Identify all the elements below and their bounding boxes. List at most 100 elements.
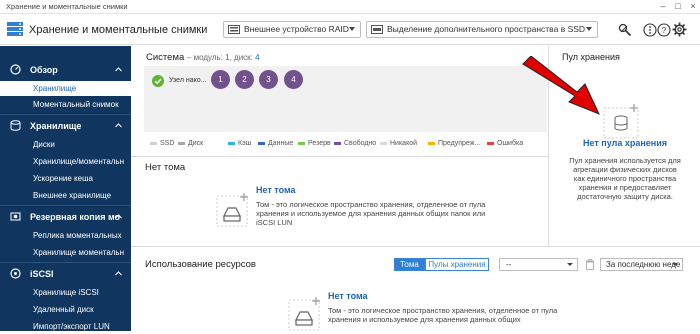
sidebar: Обзор Хранилище Моментальный снимок Хран… (0, 46, 131, 331)
system-meta: – модуль: 1, диск: 4 (187, 53, 260, 62)
sidebar-item-snapshot-replica[interactable]: Реплика моментальных (0, 228, 131, 243)
sidebar-section-overview[interactable]: Обзор (0, 60, 131, 80)
storage-pool-description: Пул хранения используется для агрегации … (569, 156, 681, 201)
legend-swatch (428, 141, 435, 145)
sidebar-section-label: iSCSI (30, 269, 54, 279)
period-value: За последнюю неде (606, 260, 681, 269)
usage-filter-select[interactable]: -- (499, 258, 578, 271)
app-header: Хранение и моментальные снимки Внешнее у… (0, 14, 700, 45)
sidebar-item-lun-import-export[interactable]: Импорт/экспорт LUN (0, 319, 131, 334)
chevron-down-icon (349, 27, 355, 31)
ssd-icon (371, 25, 383, 34)
device-select[interactable]: Внешнее устройство RAID (223, 21, 361, 38)
resource-usage-title: Использование ресурсов (145, 259, 256, 270)
usage-filter-value: -- (506, 260, 512, 269)
diagnostics-icon[interactable] (618, 23, 632, 37)
legend-label: Диск (188, 140, 204, 147)
sidebar-item-external-storage[interactable]: Внешнее хранилище (0, 188, 131, 203)
section-divider (131, 246, 700, 247)
sidebar-section-storage[interactable]: Хранилище (0, 116, 131, 136)
tab-volumes[interactable]: Тома (394, 258, 425, 271)
sidebar-section-label: Хранилище (30, 121, 82, 131)
sidebar-item-storage-snapshots[interactable]: Хранилище/моментальн (0, 154, 131, 169)
backup-icon (10, 212, 21, 221)
system-meta-middle: , диск: (229, 53, 256, 62)
node-label[interactable]: Узел нако... (169, 77, 207, 84)
no-storage-pool-title[interactable]: Нет пула хранения (549, 138, 700, 148)
trash-icon[interactable] (585, 259, 595, 270)
legend-item: Данные (258, 140, 293, 147)
device-select-value: Внешнее устройство RAID (244, 24, 349, 34)
add-volume-icon[interactable] (288, 296, 326, 332)
legend-label: Свободно (344, 140, 377, 147)
legend-swatch (380, 141, 387, 145)
disk-slot[interactable]: 1 (211, 70, 230, 89)
window-titlebar: Хранение и моментальные снимки – □ × (0, 0, 700, 14)
period-select[interactable]: За последнюю неде (600, 258, 683, 271)
legend-label: Никакой (390, 140, 418, 147)
disk-count[interactable]: 4 (255, 53, 259, 62)
settings-gear-icon[interactable] (672, 22, 687, 37)
legend-item: Кэш (228, 140, 251, 147)
disk-slot[interactable]: 2 (235, 70, 254, 89)
legend-item: Резерв (298, 140, 331, 147)
sidebar-item-iscsi-storage[interactable]: Хранилище iSCSI (0, 285, 131, 300)
sidebar-item-snapshot-overview[interactable]: Моментальный снимок (0, 97, 131, 112)
minimize-button[interactable]: – (657, 1, 669, 12)
usage-no-volume-description: Том - это логическое пространство хранен… (328, 306, 558, 324)
legend-swatch (298, 141, 305, 145)
legend-label: SSD (160, 140, 175, 147)
add-storage-pool-icon[interactable] (598, 102, 648, 142)
storage-icon (10, 120, 21, 131)
chevron-down-icon (586, 27, 592, 31)
tab-storage-pools[interactable]: Пулы хранения (425, 258, 489, 271)
sidebar-section-label: Обзор (30, 65, 58, 75)
sidebar-item-cache-acceleration[interactable]: Ускорение кеша (0, 171, 131, 186)
close-button[interactable]: × (687, 1, 699, 12)
app-logo-icon (7, 22, 23, 36)
legend-label: Предупреж... (438, 140, 481, 147)
overview-icon (10, 64, 21, 75)
disk-slot[interactable]: 3 (259, 70, 278, 89)
chevron-up-icon (115, 123, 122, 128)
iscsi-icon (10, 268, 21, 279)
volume-section-title: Нет тома (145, 162, 186, 173)
legend-item: Ошибка (487, 140, 523, 147)
sidebar-section-label: Резервная копия мо (30, 212, 121, 222)
legend-label: Данные (268, 140, 294, 147)
sidebar-section-iscsi[interactable]: iSCSI (0, 264, 131, 284)
legend-swatch (487, 141, 494, 145)
main-content: Система – модуль: 1, диск: 4 Узел нако..… (131, 46, 700, 331)
raid-device-icon (228, 25, 240, 34)
add-volume-icon[interactable] (216, 192, 254, 228)
system-header: Система – модуль: 1, диск: 4 (146, 52, 260, 63)
sidebar-item-remote-disk[interactable]: Удаленный диск (0, 302, 131, 317)
ssd-select[interactable]: Выделение дополнительного пространства в… (366, 21, 598, 38)
sidebar-item-storage-overview[interactable]: Хранилище (0, 81, 131, 96)
sidebar-section-snapshot-backup[interactable]: Резервная копия мо (0, 207, 131, 227)
sidebar-item-snapshot-vault[interactable]: Хранилище моментальн (0, 245, 131, 260)
no-volume-title: Нет тома (256, 185, 296, 195)
more-options-icon[interactable] (643, 23, 657, 37)
disk-map: Узел нако... 1 2 3 4 (144, 66, 547, 132)
legend-swatch (334, 141, 341, 145)
window-title: Хранение и моментальные снимки (6, 2, 128, 11)
legend-item: Свободно (334, 140, 376, 147)
help-icon[interactable]: ? (657, 23, 671, 37)
red-arrow-annotation (522, 56, 600, 115)
legend-item: Диск (178, 140, 203, 147)
system-title: Система (146, 52, 185, 63)
legend-swatch (258, 141, 265, 145)
ssd-select-value: Выделение дополнительного пространства в… (387, 24, 586, 34)
app-title: Хранение и моментальные снимки (29, 24, 208, 36)
disk-slot[interactable]: 4 (284, 70, 303, 89)
legend-item: SSD (150, 140, 174, 147)
sidebar-item-disks[interactable]: Диски (0, 137, 131, 152)
maximize-button[interactable]: □ (672, 1, 684, 12)
system-meta-prefix: – модуль: (186, 53, 226, 62)
sidebar-divider (0, 262, 131, 263)
usage-no-volume-title: Нет тома (328, 291, 368, 301)
chevron-down-icon (672, 263, 678, 266)
svg-text:?: ? (662, 26, 667, 35)
sidebar-divider (0, 114, 131, 115)
